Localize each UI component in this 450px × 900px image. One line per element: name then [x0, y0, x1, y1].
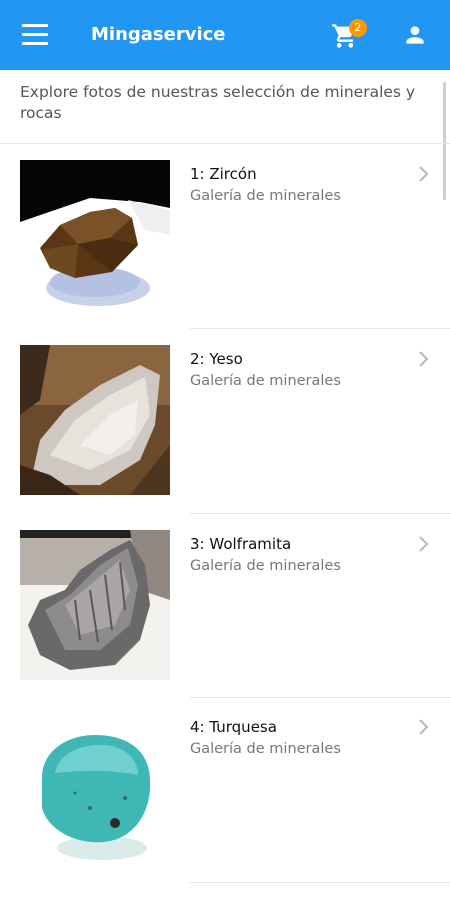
divider [190, 328, 450, 329]
item-subtitle: Galería de minerales [190, 188, 341, 204]
list-item-turquesa[interactable]: 4: Turquesa Galería de minerales [0, 698, 450, 883]
person-icon[interactable] [402, 22, 428, 48]
app-screen: Mingaservice 2 Explore fotos de nuestras… [0, 0, 450, 900]
chevron-right-icon [419, 719, 429, 735]
list-item-wolframita[interactable]: 3: Wolframita Galería de minerales [0, 515, 450, 700]
chevron-right-icon [419, 351, 429, 367]
item-subtitle: Galería de minerales [190, 558, 341, 574]
yeso-thumbnail [20, 345, 170, 495]
list-item-yeso[interactable]: 2: Yeso Galería de minerales [0, 330, 450, 515]
item-title: 1: Zircón [190, 165, 257, 183]
hamburger-menu-icon[interactable] [22, 24, 48, 46]
item-title: 3: Wolframita [190, 535, 292, 553]
chevron-right-icon [419, 166, 429, 182]
app-title: Mingaservice [91, 24, 226, 45]
item-title: 2: Yeso [190, 350, 243, 368]
divider [190, 882, 450, 883]
item-subtitle: Galería de minerales [190, 741, 341, 757]
app-bar: Mingaservice 2 [0, 0, 450, 70]
cart-count-badge: 2 [349, 19, 367, 37]
chevron-right-icon [419, 536, 429, 552]
wolframita-thumbnail [20, 530, 170, 680]
turquesa-thumbnail [20, 713, 170, 863]
item-title: 4: Turquesa [190, 718, 277, 736]
item-subtitle: Galería de minerales [190, 373, 341, 389]
divider [0, 143, 450, 144]
divider [190, 513, 450, 514]
zircon-thumbnail [20, 160, 170, 310]
intro-text: Explore fotos de nuestras selección de m… [20, 83, 416, 122]
list-item-zircon[interactable]: 1: Zircón Galería de minerales [0, 145, 450, 330]
